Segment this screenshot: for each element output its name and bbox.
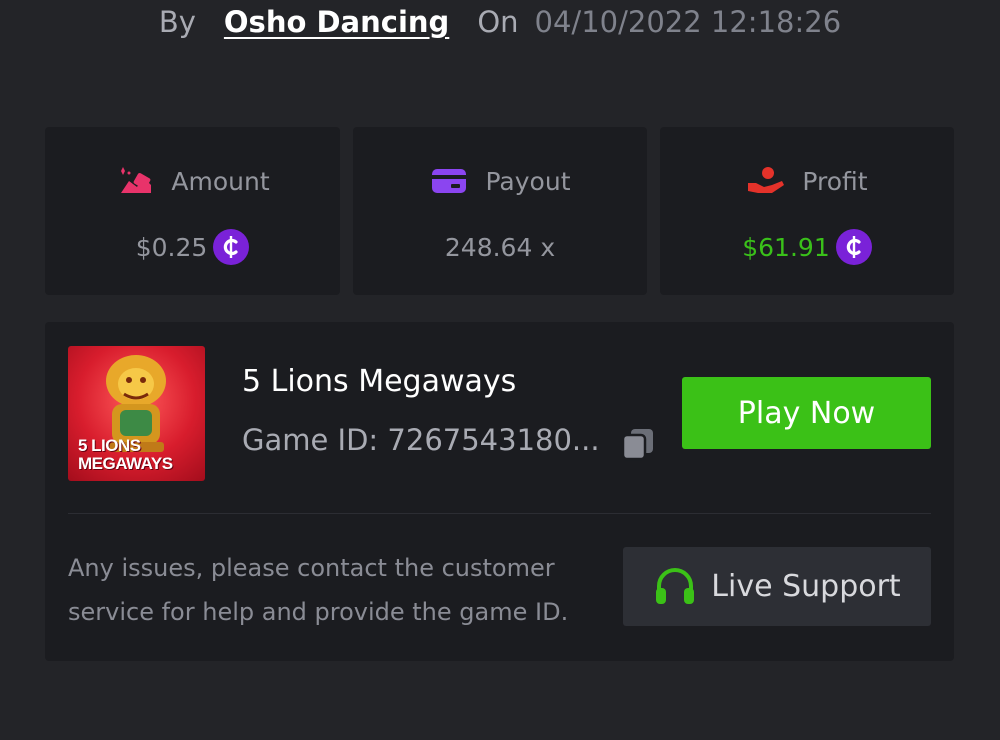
live-support-button[interactable]: Live Support <box>623 547 931 626</box>
live-support-label: Live Support <box>711 569 901 604</box>
payout-value: 248.64 x <box>444 232 556 262</box>
thumbnail-logo: 5 LIONS MEGAWAYS <box>78 436 173 473</box>
coin-icon <box>213 229 250 265</box>
game-title: 5 Lions Megaways <box>242 364 517 399</box>
card-icon <box>429 165 469 197</box>
payout-label: Payout <box>485 166 571 196</box>
profit-label: Profit <box>802 166 868 196</box>
byline: By Osho Dancing On 04/10/2022 12:18:26 <box>0 0 1000 44</box>
divider <box>68 513 931 514</box>
game-card: 5 LIONS MEGAWAYS 5 Lions Megaways Game I… <box>45 322 954 661</box>
profit-stat: Profit $61.91 <box>660 127 954 295</box>
game-thumbnail[interactable]: 5 LIONS MEGAWAYS <box>68 346 205 481</box>
amount-label: Amount <box>171 166 270 196</box>
amount-icon <box>115 165 155 197</box>
on-label: On <box>477 5 519 39</box>
amount-stat: Amount $0.25 <box>45 127 340 295</box>
amount-value: $0.25 <box>135 232 208 262</box>
profit-value: $61.91 <box>742 232 830 262</box>
headset-icon <box>653 566 697 608</box>
payout-stat: Payout 248.64 x <box>353 127 647 295</box>
play-now-button[interactable]: Play Now <box>682 377 931 449</box>
support-message: Any issues, please contact the customer … <box>68 554 569 626</box>
username-link[interactable]: Osho Dancing <box>224 5 449 39</box>
datetime: 04/10/2022 12:18:26 <box>534 5 842 39</box>
copy-icon[interactable] <box>620 426 656 462</box>
hand-coin-icon <box>746 165 786 197</box>
coin-icon <box>835 229 872 265</box>
by-label: By <box>158 5 196 39</box>
game-id: Game ID: 7267543180... <box>242 423 600 457</box>
